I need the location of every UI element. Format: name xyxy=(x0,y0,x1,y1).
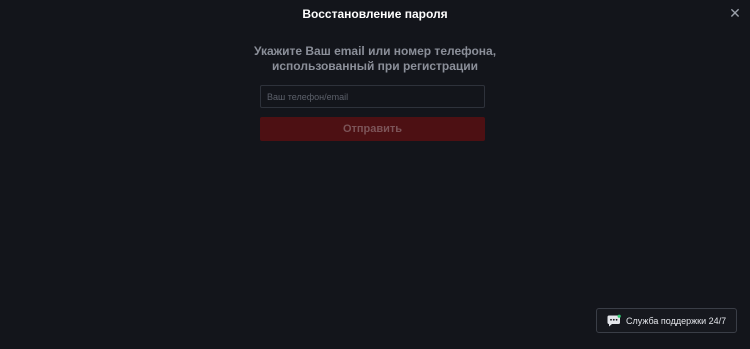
submit-button[interactable]: Отправить xyxy=(260,117,485,141)
support-label: Служба поддержки 24/7 xyxy=(626,315,727,326)
support-button[interactable]: Служба поддержки 24/7 xyxy=(596,308,737,333)
subtitle-line-1: Укажите Ваш email или номер телефона, xyxy=(253,44,497,58)
chat-support-icon xyxy=(607,314,621,327)
phone-email-field-wrapper xyxy=(260,85,485,108)
modal-title: Восстановление пароля xyxy=(302,7,448,21)
password-recovery-modal: Восстановление пароля ✕ Укажите Ваш emai… xyxy=(0,0,750,349)
close-icon[interactable]: ✕ xyxy=(728,6,742,20)
phone-email-input[interactable] xyxy=(261,86,484,107)
subtitle-line-2: использованный при регистрации xyxy=(271,59,479,73)
modal-subtitle: Укажите Ваш email или номер телефона, ис… xyxy=(0,44,750,74)
